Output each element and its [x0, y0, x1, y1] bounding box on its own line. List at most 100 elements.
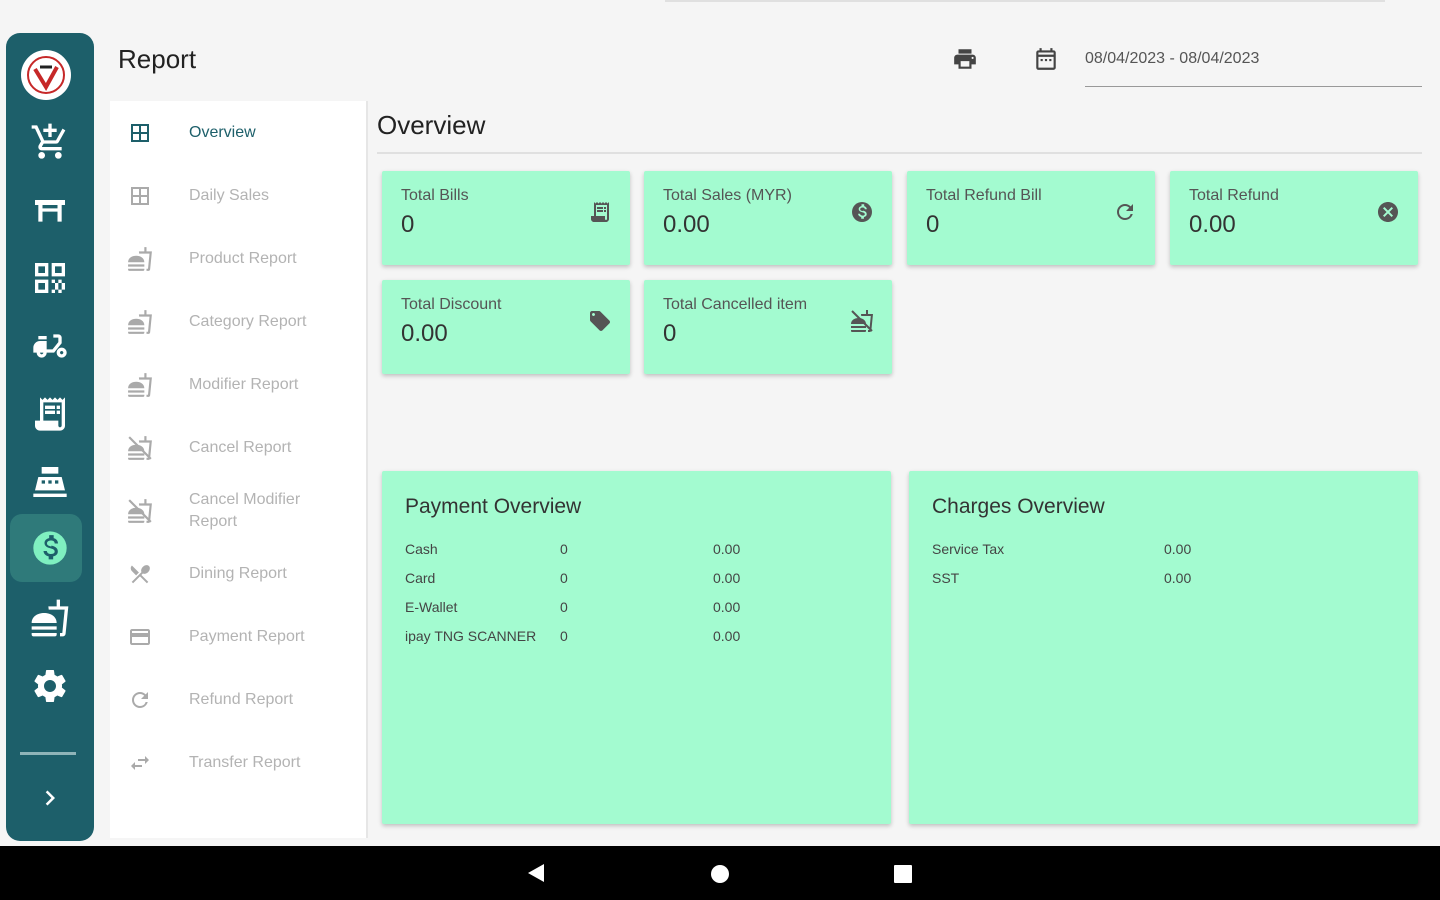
table-icon[interactable] — [6, 178, 94, 242]
submenu-item-label: Product Report — [189, 250, 297, 267]
date-range-field[interactable]: 08/04/2023 - 08/04/2023 — [1085, 46, 1422, 87]
submenu-item-dining-report[interactable]: Dining Report — [110, 546, 366, 602]
credit-card-icon — [126, 623, 154, 651]
cart-add-icon[interactable] — [6, 110, 94, 174]
section-title: Overview — [377, 110, 486, 140]
cash-register-icon[interactable] — [6, 450, 94, 514]
food-off-icon — [126, 497, 154, 525]
submenu-item-category-report[interactable]: Category Report — [110, 294, 366, 350]
dollar-icon[interactable] — [6, 516, 94, 580]
stat-card-total-refund-bill: Total Refund Bill 0 — [907, 171, 1155, 265]
food-icon — [126, 245, 154, 273]
payment-amount: 0.00 — [713, 570, 741, 586]
submenu-item-label: Modifier Report — [189, 376, 299, 393]
calendar-icon[interactable] — [1031, 44, 1061, 74]
stat-label: Total Bills — [401, 187, 469, 204]
recents-icon[interactable] — [894, 865, 912, 883]
submenu-item-label: Transfer Report — [189, 754, 301, 771]
grid-icon — [126, 182, 154, 210]
submenu-item-cancel-report[interactable]: Cancel Report — [110, 420, 366, 476]
qr-code-icon[interactable] — [6, 246, 94, 310]
stat-label: Total Cancelled item — [663, 296, 808, 313]
submenu-item-label: Refund Report — [189, 691, 294, 708]
stat-value: 0.00 — [663, 211, 710, 238]
food-icon — [126, 371, 154, 399]
submenu-item-label: Payment Report — [189, 628, 305, 645]
payment-count: 0 — [560, 570, 568, 586]
payment-amount: 0.00 — [713, 599, 741, 615]
back-icon[interactable] — [528, 864, 544, 882]
close-circle-icon — [1375, 199, 1401, 225]
stat-card-total-sales: Total Sales (MYR) 0.00 — [644, 171, 892, 265]
top-divider — [665, 0, 1385, 2]
food-icon[interactable] — [6, 586, 94, 650]
food-off-icon — [126, 434, 154, 462]
stat-card-total-cancelled-item: Total Cancelled item 0 — [644, 280, 892, 374]
stat-label: Total Refund — [1189, 187, 1279, 204]
submenu-item-cancel-modifier-report[interactable]: Cancel Modifier Report — [110, 483, 366, 539]
payment-amount: 0.00 — [713, 628, 741, 644]
submenu-item-label: Overview — [189, 124, 256, 141]
stat-card-total-bills: Total Bills 0 — [382, 171, 630, 265]
submenu-item-transfer-report[interactable]: Transfer Report — [110, 735, 366, 791]
charge-amount: 0.00 — [1164, 541, 1192, 557]
refresh-icon — [126, 686, 154, 714]
stat-label: Total Discount — [401, 296, 502, 313]
charges-overview-panel: Charges Overview Service Tax 0.00 SST 0.… — [909, 471, 1418, 824]
scooter-icon[interactable] — [6, 314, 94, 378]
submenu-divider — [366, 101, 368, 838]
panel-title: Charges Overview — [932, 495, 1105, 518]
charge-row: Service Tax 0.00 — [932, 541, 1402, 563]
brand-logo[interactable] — [21, 50, 71, 100]
payment-row: Cash 0 0.00 — [405, 541, 875, 563]
submenu-item-label: Dining Report — [189, 565, 287, 582]
submenu-item-label: Category Report — [189, 313, 307, 330]
stat-value: 0 — [401, 211, 415, 238]
submenu-item-label: Daily Sales — [189, 187, 270, 204]
payment-row: E-Wallet 0 0.00 — [405, 599, 875, 621]
refresh-icon — [1112, 199, 1138, 225]
page-title: Report — [118, 44, 197, 74]
stat-card-total-refund: Total Refund 0.00 — [1170, 171, 1418, 265]
payment-row: Card 0 0.00 — [405, 570, 875, 592]
payment-overview-panel: Payment Overview Cash 0 0.00 Card 0 0.00… — [382, 471, 891, 824]
chevron-right-icon[interactable] — [6, 766, 94, 830]
submenu-item-payment-report[interactable]: Payment Report — [110, 609, 366, 665]
report-submenu: Overview Daily Sales Product Report Cate… — [110, 101, 366, 838]
printer-icon[interactable] — [950, 44, 980, 74]
payment-count: 0 — [560, 541, 568, 557]
payment-method: Cash — [405, 541, 438, 557]
payment-method: ipay TNG SCANNER — [405, 628, 537, 644]
stat-value: 0.00 — [1189, 211, 1236, 238]
food-off-icon — [849, 308, 875, 334]
receipt-icon[interactable] — [6, 382, 94, 446]
submenu-item-label: Cancel Report — [189, 439, 292, 456]
gear-icon[interactable] — [6, 654, 94, 718]
charge-amount: 0.00 — [1164, 570, 1192, 586]
submenu-item-product-report[interactable]: Product Report — [110, 231, 366, 287]
payment-row: ipay TNG SCANNER 0 0.00 — [405, 628, 875, 650]
submenu-item-refund-report[interactable]: Refund Report — [110, 672, 366, 728]
submenu-item-overview[interactable]: Overview — [110, 105, 366, 161]
section-divider — [377, 152, 1422, 154]
stat-label: Total Sales (MYR) — [663, 187, 792, 204]
charge-row: SST 0.00 — [932, 570, 1402, 592]
payment-method: Card — [405, 570, 436, 586]
submenu-item-daily-sales[interactable]: Daily Sales — [110, 168, 366, 224]
payment-count: 0 — [560, 628, 568, 644]
payment-amount: 0.00 — [713, 541, 741, 557]
submenu-item-modifier-report[interactable]: Modifier Report — [110, 357, 366, 413]
transfer-icon — [126, 749, 154, 777]
tag-icon — [587, 308, 613, 334]
stat-label: Total Refund Bill — [926, 187, 1042, 204]
stat-value: 0 — [926, 211, 940, 238]
home-icon[interactable] — [711, 865, 729, 883]
charge-name: Service Tax — [932, 541, 1005, 557]
rail-divider — [20, 752, 76, 755]
dollar-circle-icon — [849, 199, 875, 225]
grid-icon — [126, 119, 154, 147]
stat-value: 0.00 — [401, 320, 448, 347]
receipt-icon — [587, 199, 613, 225]
stat-card-total-discount: Total Discount 0.00 — [382, 280, 630, 374]
payment-count: 0 — [560, 599, 568, 615]
